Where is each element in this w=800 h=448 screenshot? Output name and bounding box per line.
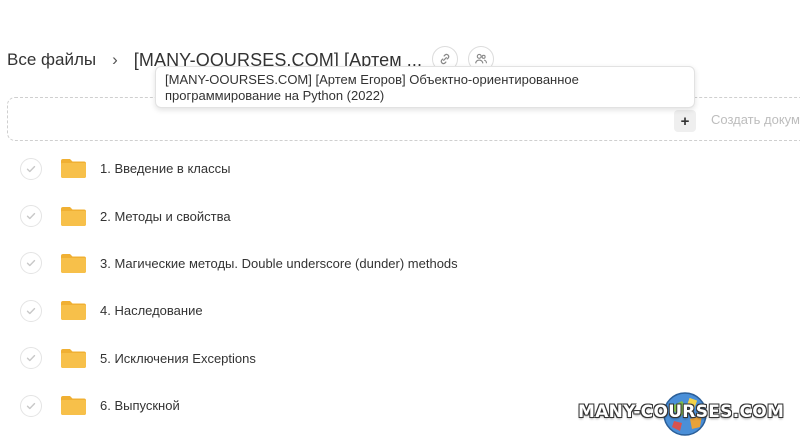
checkmark-icon <box>26 355 36 362</box>
file-row[interactable]: 2. Методы и свойства <box>0 192 800 239</box>
folder-icon <box>61 159 86 179</box>
checkmark-icon <box>26 402 36 409</box>
file-name[interactable]: 4. Наследование <box>100 303 203 318</box>
folder-icon <box>61 301 86 321</box>
file-name[interactable]: 3. Магические методы. Double underscore … <box>100 256 458 271</box>
file-row[interactable]: 1. Введение в классы <box>0 145 800 192</box>
select-checkbox[interactable] <box>20 157 42 180</box>
users-icon <box>475 53 487 64</box>
breadcrumb-root-link[interactable]: Все файлы <box>7 50 96 70</box>
file-row[interactable]: 4. Наследование <box>0 287 800 334</box>
breadcrumb-chevron-icon: › <box>112 50 118 69</box>
file-name[interactable]: 1. Введение в классы <box>100 161 230 176</box>
checkmark-icon <box>26 307 36 315</box>
folder-icon <box>61 348 86 368</box>
file-row[interactable]: 5. Исключения Exceptions <box>0 335 800 382</box>
file-browser-page: Все файлы › [MANY-OOURSES.COM] [Артем ..… <box>0 0 800 448</box>
link-icon <box>440 53 450 65</box>
checkmark-icon <box>26 212 36 220</box>
file-row[interactable]: 3. Магические методы. Double underscore … <box>0 240 800 287</box>
watermark-text: MANY-COURSES.COM <box>578 402 785 422</box>
checkmark-icon <box>26 165 36 172</box>
select-checkbox[interactable] <box>20 347 42 370</box>
file-name[interactable]: 6. Выпускной <box>100 398 180 413</box>
folder-name-tooltip: [MANY-OOURSES.COM] [Артем Егоров] Объект… <box>155 66 695 108</box>
select-checkbox[interactable] <box>20 394 42 417</box>
watermark-logo: MANY-COURSES.COM <box>578 390 800 448</box>
file-name[interactable]: 5. Исключения Exceptions <box>100 351 256 366</box>
folder-icon <box>61 206 86 226</box>
select-checkbox[interactable] <box>20 205 42 228</box>
create-document-plus-button[interactable]: + <box>674 110 696 132</box>
file-name[interactable]: 2. Методы и свойства <box>100 209 231 224</box>
create-document-label[interactable]: Создать докум <box>711 112 800 127</box>
select-checkbox[interactable] <box>20 252 42 275</box>
checkmark-icon <box>26 260 36 267</box>
select-checkbox[interactable] <box>20 299 42 322</box>
folder-icon <box>61 396 86 416</box>
file-list: 1. Введение в классы 2. Методы и свойства… <box>0 145 800 429</box>
folder-icon <box>61 253 86 273</box>
